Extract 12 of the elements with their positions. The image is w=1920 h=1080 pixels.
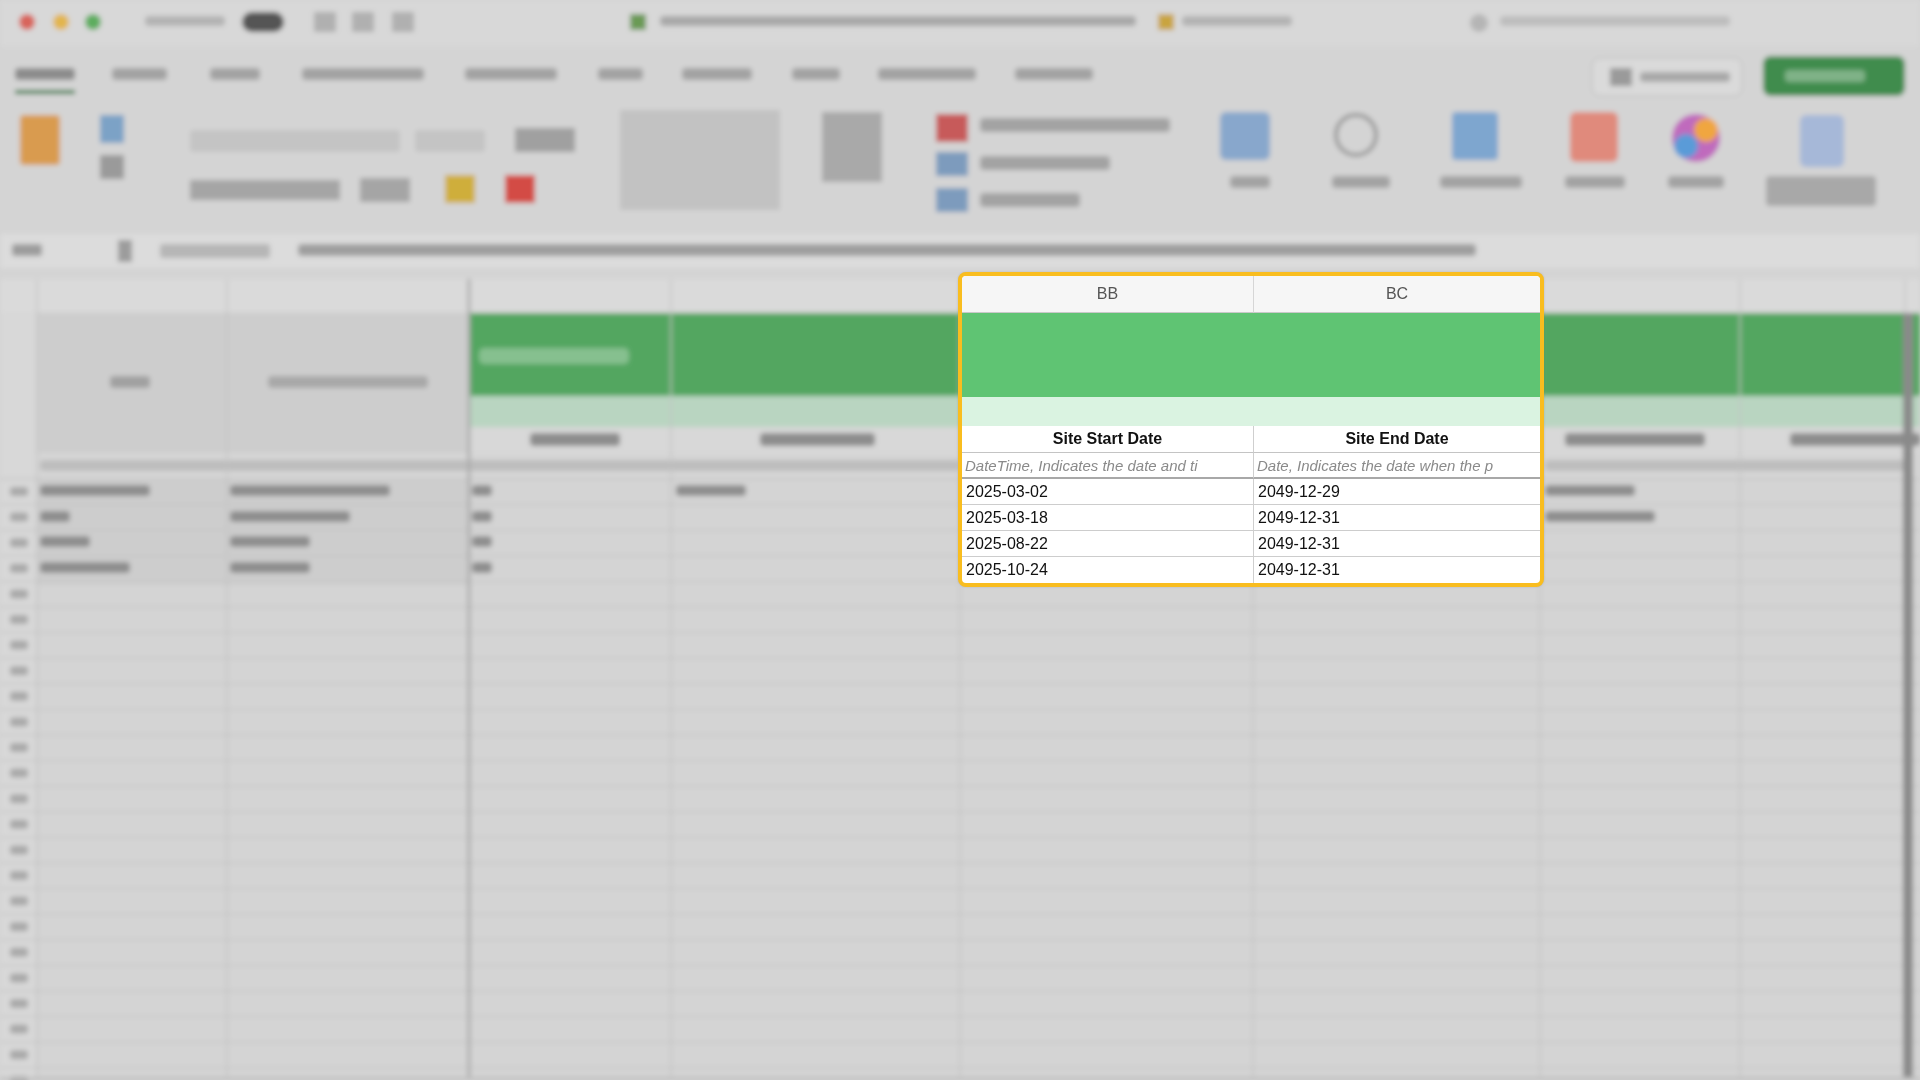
column-heading: Site Start Date xyxy=(962,426,1253,453)
column-description: Date, Indicates the date when the p xyxy=(1253,453,1540,479)
table-cell: 2049-12-29 xyxy=(1253,479,1540,505)
table-cell-text: 2025-10-24 xyxy=(965,560,1049,580)
table-cell: 2049-12-31 xyxy=(1253,505,1540,531)
table-cell: 2049-12-31 xyxy=(1253,531,1540,557)
column-description: DateTime, Indicates the date and ti xyxy=(962,453,1253,479)
table-cell: 2025-03-18 xyxy=(962,505,1253,531)
column-heading: Site End Date xyxy=(1253,426,1540,453)
table-cell: 2025-08-22 xyxy=(962,531,1253,557)
table-cell: 2025-03-02 xyxy=(962,479,1253,505)
table-cell: 2049-12-31 xyxy=(1253,557,1540,583)
